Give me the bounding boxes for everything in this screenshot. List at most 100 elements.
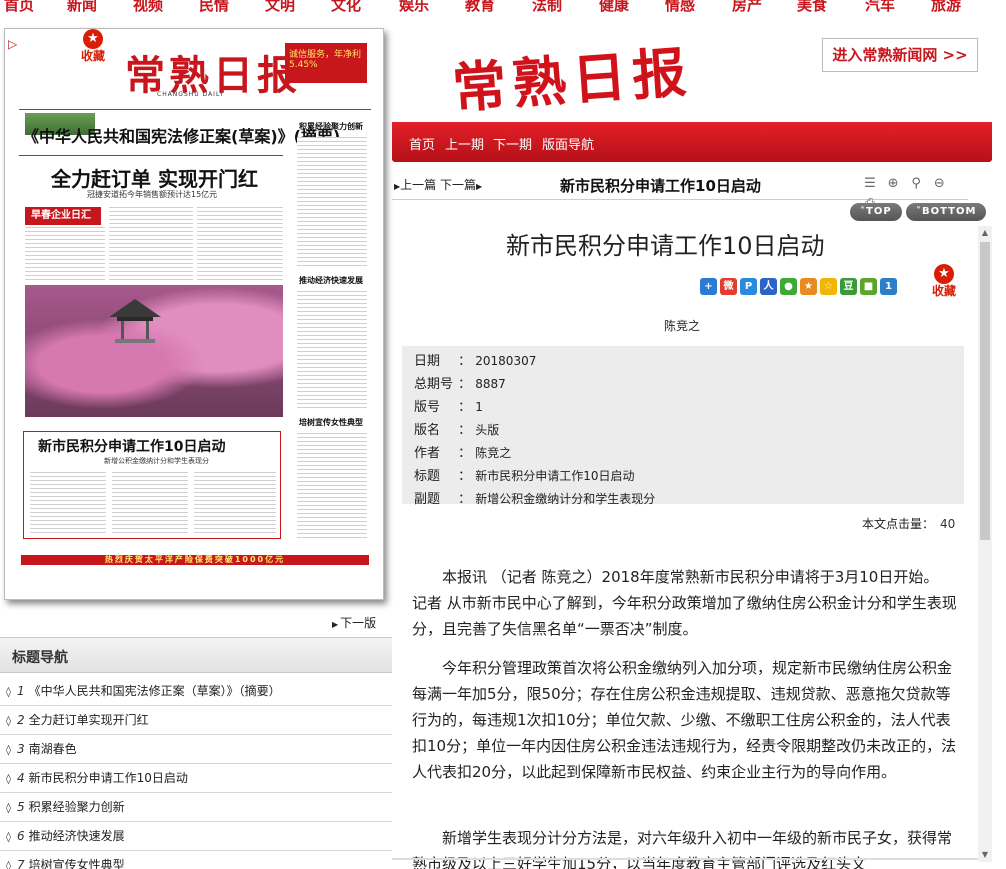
diamond-icon: ◊	[6, 861, 11, 869]
top-nav-item-culture[interactable]: 文化	[331, 0, 361, 14]
paper-headline-2-sub: 冠捷安道拓今年销售额预计达15亿元	[87, 190, 218, 199]
newspaper-page-image[interactable]: ▷ ★ 收藏 常熟日报 CHANGSHU DAILY 诚信服务，年净利 5.45…	[4, 28, 384, 600]
title-nav-list: ◊ 1 《中华人民共和国宪法修正案（草案）》（摘要） ◊ 2 全力赶订单实现开门红 ◊ 3…	[0, 677, 392, 869]
share-icons-row: + 微 P 人 ● ★ ☆ 豆 ■ 1	[700, 274, 900, 295]
top-nav-item-minqing[interactable]: 民情	[199, 0, 229, 14]
zoom-out-icon[interactable]: ⊖	[931, 176, 947, 192]
share-baidu-icon[interactable]: ■	[860, 278, 877, 295]
list-item-label: 全力赶订单实现开门红	[28, 713, 149, 727]
meta-key: 日期	[414, 354, 441, 369]
scroll-bottom-button[interactable]: ˅BOTTOM	[906, 203, 987, 221]
diamond-icon: ◊	[6, 832, 11, 843]
expand-arrow-icon[interactable]: ▷	[8, 37, 17, 51]
zoom-reset-icon[interactable]: ⚲	[908, 176, 924, 192]
top-nav-item-travel[interactable]: 旅游	[931, 0, 961, 14]
article-favorite-button[interactable]: ★ 收藏	[932, 264, 956, 298]
top-nav-item-news[interactable]: 新闻	[67, 0, 97, 14]
meta-row-author: 作者 ： 陈竞之	[414, 442, 511, 461]
title-nav-item-6[interactable]: ◊ 6 推动经济快速发展	[0, 822, 392, 851]
top-nav-item-civilization[interactable]: 文明	[265, 0, 295, 14]
meta-value: 头版	[475, 423, 500, 437]
meta-value: 20180307	[475, 354, 537, 368]
top-nav-item-food[interactable]: 美食	[797, 0, 827, 14]
article-paragraph-1: 本报讯 （记者 陈竞之）2018年度常熟新市民积分申请将于3月10日开始。 记者…	[412, 568, 957, 638]
share-tencent-icon[interactable]: ★	[800, 278, 817, 295]
issue-nav-home[interactable]: 首页	[409, 134, 435, 153]
scroll-down-arrow-icon[interactable]: ▼	[978, 848, 992, 862]
meta-value: 8887	[475, 377, 506, 391]
paper-masthead-en: CHANGSHU DAILY	[157, 91, 225, 98]
triangle-right-icon: ▶	[476, 182, 483, 191]
scroll-top-button[interactable]: ˄TOP	[850, 203, 902, 221]
top-nav-item-realestate[interactable]: 房产	[732, 0, 762, 14]
title-nav-item-1[interactable]: ◊ 1 《中华人民共和国宪法修正案（草案）》（摘要）	[0, 677, 392, 706]
toolbar-article-title: 新市民积分申请工作10日启动	[560, 177, 761, 195]
paper-rule	[19, 109, 371, 110]
top-nav-item-video[interactable]: 视频	[133, 0, 163, 14]
scroll-up-arrow-icon[interactable]: ▲	[978, 226, 992, 240]
share-weibo-icon[interactable]: 微	[720, 278, 737, 295]
title-nav-item-5[interactable]: ◊ 5 积累经验聚力创新	[0, 793, 392, 822]
paper-photo-nanhu[interactable]	[25, 285, 283, 417]
paper-headline-1[interactable]: 《中华人民共和国宪法修正案(草案)》(摘要)	[23, 123, 340, 147]
paper-ad-right: 诚信服务，年净利 5.45%	[285, 43, 367, 83]
top-nav-item-auto[interactable]: 汽车	[865, 0, 895, 14]
zoom-in-icon[interactable]: ⊕	[885, 176, 901, 192]
top-nav-item-health[interactable]: 健康	[599, 0, 629, 14]
paper-bottom-banner: 热烈庆贺太平洋产险保费突破1000亿元	[21, 555, 369, 565]
star-icon: ★	[934, 264, 954, 284]
paper-right-title-1[interactable]: 积累经验聚力创新	[299, 121, 363, 132]
article-scrollbar[interactable]: ▲ ▼	[978, 226, 992, 862]
share-kaixin-icon[interactable]: ☆	[820, 278, 837, 295]
top-nav-item-education[interactable]: 教育	[465, 0, 495, 14]
list-item-label: 新市民积分申请工作10日启动	[28, 771, 188, 785]
list-item-label: 《中华人民共和国宪法修正案（草案）》（摘要）	[28, 684, 281, 698]
share-renren-icon[interactable]: 人	[760, 278, 777, 295]
issue-nav-next-issue[interactable]: 下一期	[493, 134, 532, 153]
meta-key: 作者	[414, 446, 441, 461]
meta-value: 陈竞之	[475, 446, 512, 460]
share-qzone-icon[interactable]: P	[740, 278, 757, 295]
prev-article-link[interactable]: 上一篇	[400, 178, 436, 192]
page-root: 首页 新闻 视频 民情 文明 文化 娱乐 教育 法制 健康 情感 房产 美食 汽…	[0, 0, 1006, 869]
share-plus-icon[interactable]: +	[700, 278, 717, 295]
site-logo[interactable]: 常熟日报	[450, 28, 695, 124]
notes-icon[interactable]: ☰	[862, 176, 878, 192]
paper-text-column	[297, 433, 367, 541]
hits-label: 本文点击量：	[862, 517, 935, 531]
top-nav-item-emotion[interactable]: 情感	[665, 0, 695, 14]
share-wechat-icon[interactable]: ●	[780, 278, 797, 295]
next-page-link[interactable]: ▶ 下一版	[332, 614, 376, 631]
paper-favorite-button[interactable]: ★ 收藏	[81, 29, 105, 63]
enter-news-site-button[interactable]: 进入常熟新闻网 >>	[822, 38, 978, 72]
top-nav-item-entertainment[interactable]: 娱乐	[399, 0, 429, 14]
share-more-icon[interactable]: 1	[880, 278, 897, 295]
diamond-icon: ◊	[6, 745, 11, 756]
article-meta-box: 日期 ： 20180307 总期号 ： 8887 版号 ： 1 版名 ： 头版 …	[402, 346, 964, 507]
share-douban-icon[interactable]: 豆	[840, 278, 857, 295]
paper-right-title-2[interactable]: 推动经济快速发展	[299, 275, 363, 286]
title-nav-item-4[interactable]: ◊ 4 新市民积分申请工作10日启动	[0, 764, 392, 793]
meta-key: 版号	[414, 400, 441, 415]
paper-text-column	[297, 137, 367, 269]
title-nav-item-3[interactable]: ◊ 3 南湖春色	[0, 735, 392, 764]
title-nav-item-7[interactable]: ◊ 7 培树宣传女性典型	[0, 851, 392, 869]
meta-row-page-name: 版名 ： 头版	[414, 419, 499, 438]
paper-redbox-title: 新市民积分申请工作10日启动	[38, 439, 226, 455]
top-nav-item-law[interactable]: 法制	[532, 0, 562, 14]
scrollbar-thumb[interactable]	[980, 242, 990, 540]
issue-nav-prev-issue[interactable]: 上一期	[445, 134, 484, 153]
star-icon: ★	[83, 29, 103, 49]
paper-right-title-3[interactable]: 培树宣传女性典型	[299, 417, 363, 428]
list-item-number: 6	[16, 829, 25, 843]
issue-nav-page-nav[interactable]: 版面导航	[542, 134, 594, 153]
pagoda-image	[109, 299, 161, 343]
next-article-link[interactable]: 下一篇	[440, 178, 476, 192]
meta-value: 1	[475, 400, 483, 414]
paper-highlighted-article[interactable]: 新市民积分申请工作10日启动 新增公积金缴纳计分和学生表现分	[23, 431, 281, 539]
top-nav-item-home[interactable]: 首页	[4, 0, 34, 14]
hits-value: 40	[940, 517, 956, 531]
paper-headline-2[interactable]: 全力赶订单 实现开门红	[51, 163, 258, 192]
title-nav-item-2[interactable]: ◊ 2 全力赶订单实现开门红	[0, 706, 392, 735]
scroll-top-label: TOP	[866, 206, 892, 217]
